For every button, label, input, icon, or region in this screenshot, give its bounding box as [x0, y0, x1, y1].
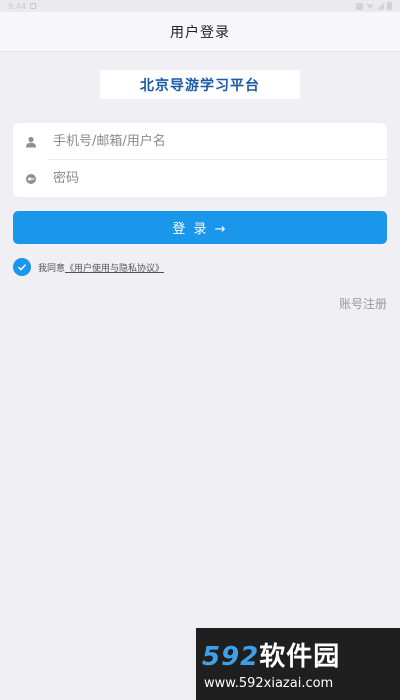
login-form [13, 123, 387, 197]
username-input[interactable] [49, 126, 349, 157]
platform-logo: 北京导游学习平台 [100, 70, 300, 99]
status-right [356, 2, 392, 10]
dnd-icon [356, 2, 363, 10]
status-bar: 9:44 [0, 0, 400, 12]
login-button[interactable]: 登 录 → [13, 211, 387, 244]
check-icon [18, 264, 27, 271]
watermark-logo-text: 软件园 [259, 642, 341, 672]
watermark-logo-number: 592 [202, 642, 260, 672]
notification-icon [29, 3, 36, 9]
wifi-icon [366, 4, 374, 9]
status-left: 9:44 [8, 2, 36, 11]
password-input[interactable] [49, 163, 349, 194]
battery-icon [387, 2, 392, 10]
status-time: 9:44 [8, 1, 26, 11]
page-title: 用户登录 [170, 24, 230, 41]
register-link[interactable]: 账号注册 [339, 295, 387, 312]
lock-icon [13, 173, 49, 185]
agreement-row: 我同意 《用户使用与隐私协议》 [13, 257, 164, 277]
watermark-logo: 592软件园 [202, 636, 340, 673]
username-field[interactable] [13, 123, 387, 160]
agreement-link[interactable]: 《用户使用与隐私协议》 [65, 261, 164, 274]
password-field[interactable] [13, 160, 387, 197]
agreement-prefix: 我同意 [38, 263, 66, 274]
watermark: 592软件园 www.592xiazai.com [196, 628, 400, 700]
agree-checkbox[interactable] [13, 258, 31, 276]
header: 用户登录 [0, 12, 400, 52]
signal-icon [377, 2, 384, 10]
watermark-url: www.592xiazai.com [204, 676, 334, 691]
user-icon [13, 136, 49, 148]
platform-logo-text: 北京导游学习平台 [140, 77, 260, 94]
